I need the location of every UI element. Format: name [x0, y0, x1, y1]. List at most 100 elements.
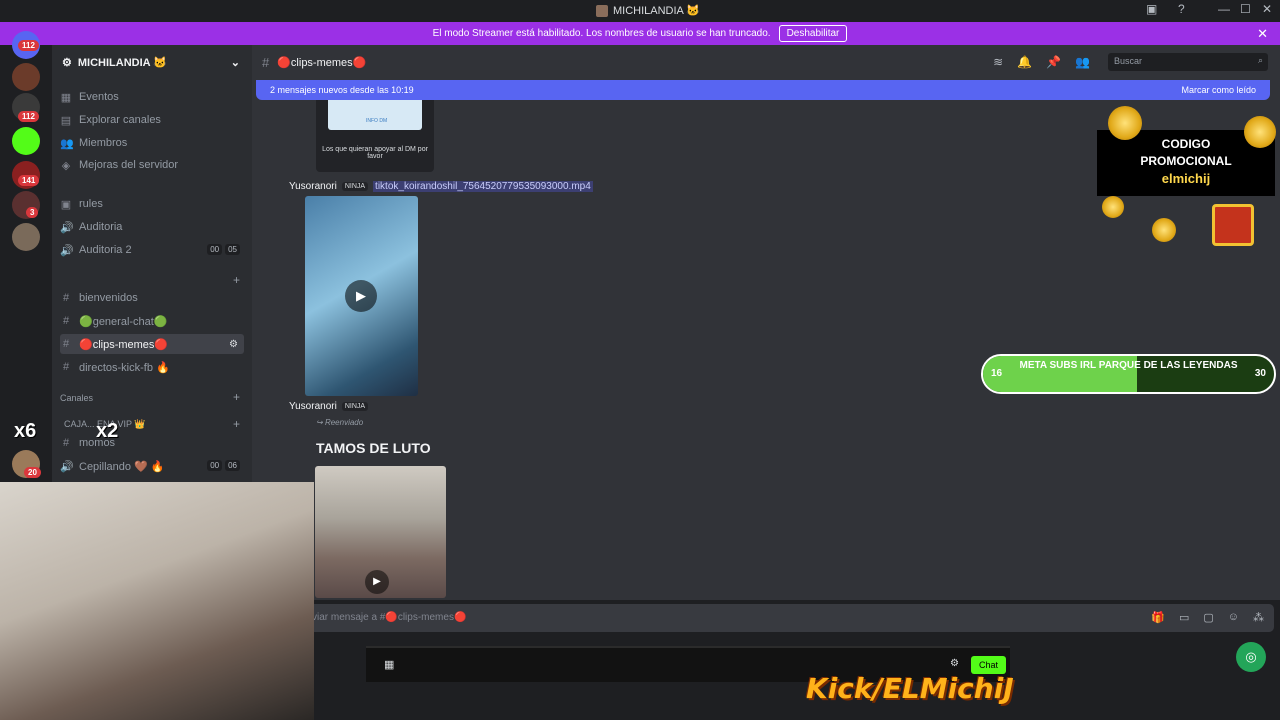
- channel-auditoria[interactable]: 🔊 Auditoria: [60, 217, 122, 237]
- voice-icon: 🔊: [60, 221, 74, 234]
- channel-directos-kick-fb[interactable]: # directos-kick-fb 🔥: [60, 357, 170, 377]
- voice-connect-icon[interactable]: ◎: [1236, 642, 1266, 672]
- emoji-icon[interactable]: ☺: [1228, 611, 1239, 624]
- gif-icon[interactable]: ▭: [1179, 611, 1189, 624]
- goal-current: 16: [991, 368, 1003, 379]
- threads-icon[interactable]: ≋: [993, 55, 1003, 69]
- hash-icon: #: [262, 55, 270, 70]
- webcam-overlay: [0, 482, 314, 720]
- rules-icon: ▣: [60, 198, 72, 211]
- channel-bienvenidos[interactable]: # bienvenidos: [60, 288, 138, 308]
- server-name: MICHILANDIA 🐱: [77, 57, 167, 69]
- promo-line-2: PROMOCIONAL: [1140, 154, 1232, 168]
- channel-label: rules: [79, 198, 103, 210]
- message-heading: TAMOS DE LUTO: [316, 440, 431, 456]
- channel-title: 🔴clips-memes🔴: [277, 57, 367, 69]
- channel-general-chat[interactable]: # 🟢general-chat🟢: [60, 311, 168, 331]
- channel-auditoria-2[interactable]: 🔊 Auditoria 2: [60, 240, 132, 260]
- pin-icon[interactable]: 📌: [1046, 55, 1061, 69]
- search-input[interactable]: Buscar ⌕: [1108, 53, 1268, 71]
- voice-count-limit: 05: [225, 244, 240, 255]
- channel-label: 🔴clips-memes🔴: [79, 338, 169, 351]
- voice-count-current: 00: [207, 460, 223, 471]
- author-name[interactable]: Yusoranori: [289, 181, 337, 192]
- voice-count: 00 06: [207, 460, 240, 471]
- composer-placeholder: viar mensaje a #🔴clips-memes🔴: [312, 612, 467, 623]
- sidebar-item-label: Explorar canales: [79, 114, 161, 126]
- coin-icon: [1244, 116, 1276, 148]
- sidebar-item-eventos[interactable]: ▦ Eventos: [60, 87, 119, 107]
- hash-icon: #: [62, 315, 70, 327]
- disable-streamer-button[interactable]: Deshabilitar: [778, 25, 848, 42]
- sidebar-item-mejoras[interactable]: ◈ Mejoras del servidor: [60, 155, 178, 175]
- kick-server-icon[interactable]: [12, 127, 40, 155]
- server-header[interactable]: ⚙ MICHILANDIA 🐱 ⌄: [52, 45, 252, 80]
- message-author: Yusoranori NINJA: [289, 401, 369, 412]
- forwarded-text: Reenviado: [324, 418, 364, 427]
- role-tag: NINJA: [341, 402, 369, 411]
- server-icon: [596, 4, 608, 17]
- server-avatar[interactable]: [12, 223, 40, 251]
- voice-icon: 🔊: [60, 460, 74, 473]
- minimize-icon[interactable]: —: [1218, 2, 1230, 16]
- browse-icon: ▤: [60, 114, 72, 127]
- promo-code: elmichij: [1161, 171, 1211, 186]
- chevron-down-icon[interactable]: ⌄: [231, 56, 240, 69]
- add-channel-icon[interactable]: +: [233, 273, 240, 287]
- sidebar-item-explorar[interactable]: ▤ Explorar canales: [60, 110, 161, 130]
- new-messages-bar[interactable]: 2 mensajes nuevos desde las 10:19 Marcar…: [256, 80, 1270, 100]
- attachment-link[interactable]: tiktok_koirandoshil_7564520779535093000.…: [373, 181, 593, 192]
- message-composer[interactable]: viar mensaje a #🔴clips-memes🔴 🎁 ▭ ▢ ☺ ⁂: [304, 604, 1274, 632]
- channel-rules[interactable]: ▣ rules: [60, 194, 103, 214]
- apps-icon[interactable]: ⁂: [1253, 611, 1264, 624]
- gift-icon[interactable]: 🎁: [1151, 611, 1165, 624]
- coin-icon: [1102, 196, 1124, 218]
- add-channel-icon[interactable]: +: [233, 417, 240, 431]
- channel-label: directos-kick-fb 🔥: [79, 361, 170, 374]
- close-icon[interactable]: ✕: [1257, 26, 1268, 42]
- play-icon[interactable]: ▶: [365, 570, 389, 594]
- author-name[interactable]: Yusoranori: [289, 401, 337, 412]
- inbox-icon[interactable]: ▣: [1146, 2, 1157, 16]
- boost-icon: ◈: [61, 159, 71, 172]
- add-channel-icon[interactable]: +: [233, 390, 240, 404]
- sticker-icon[interactable]: ▢: [1203, 611, 1213, 624]
- category-canales[interactable]: Canales: [60, 393, 93, 403]
- mark-read-button[interactable]: Marcar como leído: [1181, 85, 1256, 95]
- gift-box-icon: [1212, 204, 1254, 246]
- maximize-icon[interactable]: ☐: [1240, 2, 1251, 16]
- channel-cepillando[interactable]: 🔊 Cepillando 🤎 🔥: [60, 456, 165, 476]
- channel-clips-memes[interactable]: # 🔴clips-memes🔴 ⚙: [60, 334, 244, 354]
- close-window-icon[interactable]: ✕: [1262, 2, 1272, 16]
- window-title-text: MICHILANDIA 🐱: [613, 5, 701, 17]
- members-icon: 👥: [60, 137, 74, 150]
- play-icon[interactable]: ▶: [345, 280, 377, 312]
- banner-text: El modo Streamer está habilitado. Los no…: [432, 28, 771, 39]
- voice-count-current: 00: [207, 244, 223, 255]
- goal-target: 30: [1254, 368, 1266, 379]
- channel-label: 🟢general-chat🟢: [79, 315, 168, 328]
- notification-badge: 112: [18, 111, 39, 122]
- header-toolbar: ≋ 🔔 📌 👥: [993, 55, 1090, 69]
- server-avatar[interactable]: [12, 63, 40, 91]
- voice-count: 00 05: [207, 244, 240, 255]
- hash-icon: #: [62, 437, 70, 449]
- sidebar-item-miembros[interactable]: 👥 Miembros: [60, 133, 127, 153]
- bell-icon[interactable]: 🔔: [1017, 55, 1032, 69]
- search-placeholder: Buscar: [1114, 56, 1143, 66]
- video-attachment[interactable]: ▶: [305, 196, 418, 396]
- title-bar: MICHILANDIA 🐱 ▣ ? — ☐ ✕: [0, 0, 1280, 22]
- settings-icon[interactable]: ⚙: [950, 658, 959, 669]
- notification-badge: 20: [24, 467, 41, 478]
- settings-icon[interactable]: ⚙: [229, 339, 238, 350]
- members-list-icon[interactable]: 👥: [1075, 55, 1090, 69]
- help-icon[interactable]: ?: [1178, 2, 1185, 16]
- sub-goal-bar: 16 META SUBS IRL PARQUE DE LAS LEYENDAS …: [981, 354, 1276, 394]
- store-icon[interactable]: ▦: [384, 658, 394, 671]
- new-messages-text: 2 mensajes nuevos desde las 10:19: [270, 85, 414, 95]
- voice-icon: 🔊: [60, 244, 74, 257]
- channel-sidebar: ⚙ MICHILANDIA 🐱 ⌄ ▦ Eventos ▤ Explorar can…: [52, 45, 252, 485]
- hash-icon: #: [62, 292, 70, 304]
- server-icon: ⚙: [62, 57, 72, 69]
- video-attachment[interactable]: ▶: [315, 466, 446, 598]
